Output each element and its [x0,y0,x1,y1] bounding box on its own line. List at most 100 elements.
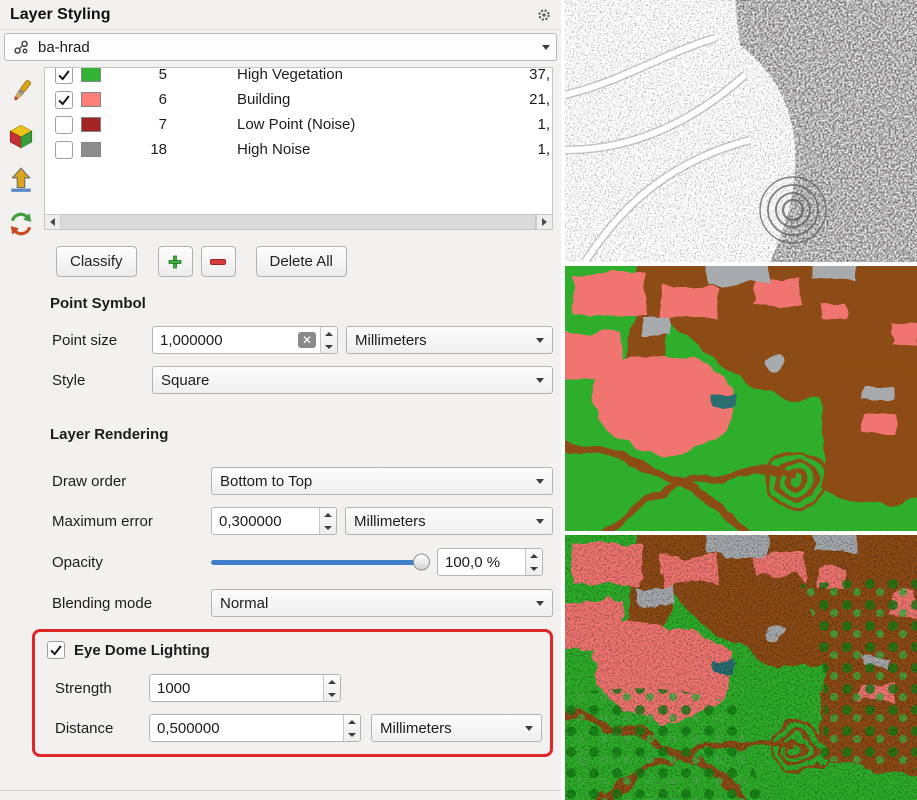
scrollbar-thumb[interactable] [61,215,536,229]
class-checkbox[interactable] [55,141,73,159]
strength-input[interactable]: 1000 [149,674,341,702]
table-row[interactable]: 18 High Noise 1, [45,137,552,162]
point-cloud-layer-icon [13,39,30,56]
chevron-down-icon [536,479,544,484]
spin-up-icon[interactable] [344,715,360,728]
point-symbol-header: Point Symbol [44,295,553,312]
clear-field-icon[interactable]: ✕ [298,332,316,348]
max-error-spinner [319,508,336,534]
style-select[interactable]: Square [152,366,553,394]
max-error-value: 0,300000 [212,513,319,530]
color-swatch[interactable] [81,117,101,132]
layer-selector-row: ba-hrad [0,30,561,65]
classify-button[interactable]: Classify [56,246,137,277]
delete-all-button[interactable]: Delete All [256,246,347,277]
color-swatch[interactable] [81,92,101,107]
draw-order-value: Bottom to Top [220,473,312,490]
point-size-label: Point size [52,332,145,349]
class-checkbox[interactable] [55,67,73,84]
distance-unit-select[interactable]: Millimeters [371,714,542,742]
plus-icon [167,254,183,270]
max-error-row: Maximum error 0,300000 Millimeters [44,507,553,535]
spin-down-icon[interactable] [321,340,337,353]
class-label: Low Point (Noise) [237,116,355,133]
chevron-down-icon [536,378,544,383]
spin-up-icon[interactable] [526,549,542,562]
opacity-slider-track[interactable] [211,560,429,565]
distance-label: Distance [55,720,141,737]
cube-3d-icon [7,122,35,150]
classification-edl-preview[interactable] [565,535,917,800]
strength-row: Strength 1000 [47,674,542,702]
table-row[interactable]: 5 High Vegetation 37, [45,67,552,87]
add-class-button[interactable] [158,246,193,277]
point-size-spinner [320,327,337,353]
chevron-down-icon [525,726,533,731]
class-count: 37, [529,67,550,83]
point-cloud-intensity-preview[interactable] [565,0,917,262]
distance-value: 0,500000 [150,720,343,737]
spin-down-icon[interactable] [344,728,360,741]
class-code: 7 [109,116,167,133]
table-row[interactable]: 6 Building 21, [45,87,552,112]
strength-spinner [323,675,340,701]
scroll-right-icon[interactable] [536,215,552,229]
map-previews-column [565,0,917,800]
opacity-input[interactable]: 100,0 % [437,548,543,576]
class-checkbox[interactable] [55,116,73,134]
opacity-slider[interactable] [211,547,429,577]
chevron-down-icon [536,519,544,524]
scroll-left-icon[interactable] [45,215,61,229]
table-row[interactable]: 7 Low Point (Noise) 1, [45,112,552,137]
opacity-label: Opacity [52,554,204,571]
blending-mode-value: Normal [220,595,268,612]
max-error-unit-select[interactable]: Millimeters [345,507,553,535]
draw-order-row: Draw order Bottom to Top [44,467,553,495]
spin-down-icon[interactable] [320,521,336,534]
style-row: Style Square [44,366,553,394]
tab-elevation[interactable] [6,165,36,195]
blending-mode-label: Blending mode [52,595,204,612]
spin-up-icon[interactable] [320,508,336,521]
tab-symbology[interactable] [6,77,36,107]
spin-up-icon[interactable] [324,675,340,688]
class-code: 6 [109,91,167,108]
panel-titlebar: Layer Styling [0,0,561,30]
point-size-row: Point size 1,000000 ✕ Millimeters [44,326,553,354]
tab-3d-view[interactable] [6,121,36,151]
blending-mode-select[interactable]: Normal [211,589,553,617]
class-label: High Noise [237,141,310,158]
max-error-input[interactable]: 0,300000 [211,507,337,535]
chevron-down-icon [536,601,544,606]
classification-flat-preview[interactable] [565,266,917,531]
opacity-slider-handle[interactable] [413,554,430,571]
remove-class-button[interactable] [201,246,236,277]
class-count: 21, [529,91,550,108]
distance-input[interactable]: 0,500000 [149,714,361,742]
distance-unit-value: Millimeters [380,720,452,737]
draw-order-select[interactable]: Bottom to Top [211,467,553,495]
color-swatch[interactable] [81,67,101,82]
class-checkbox[interactable] [55,91,73,109]
max-error-label: Maximum error [52,513,204,530]
eye-dome-lighting-checkbox[interactable] [47,641,65,659]
horizontal-scrollbar[interactable] [44,215,553,230]
tab-history[interactable] [6,209,36,239]
layer-selector[interactable]: ba-hrad [4,33,557,61]
strength-value: 1000 [150,680,323,697]
spin-down-icon[interactable] [526,562,542,575]
panel-bottom-scroll-strip[interactable] [0,790,561,800]
panel-title: Layer Styling [10,6,110,24]
minus-icon [209,255,227,269]
chevron-down-icon [542,45,550,50]
gear-icon[interactable] [537,8,551,22]
spin-down-icon[interactable] [324,688,340,701]
opacity-row: Opacity 100,0 % [44,547,553,577]
point-size-unit-select[interactable]: Millimeters [346,326,553,354]
distance-spinner [343,715,360,741]
point-size-input[interactable]: 1,000000 ✕ [152,326,338,354]
color-swatch[interactable] [81,142,101,157]
spin-up-icon[interactable] [321,327,337,340]
layer-rendering-header: Layer Rendering [44,426,553,443]
blending-mode-row: Blending mode Normal [44,589,553,617]
